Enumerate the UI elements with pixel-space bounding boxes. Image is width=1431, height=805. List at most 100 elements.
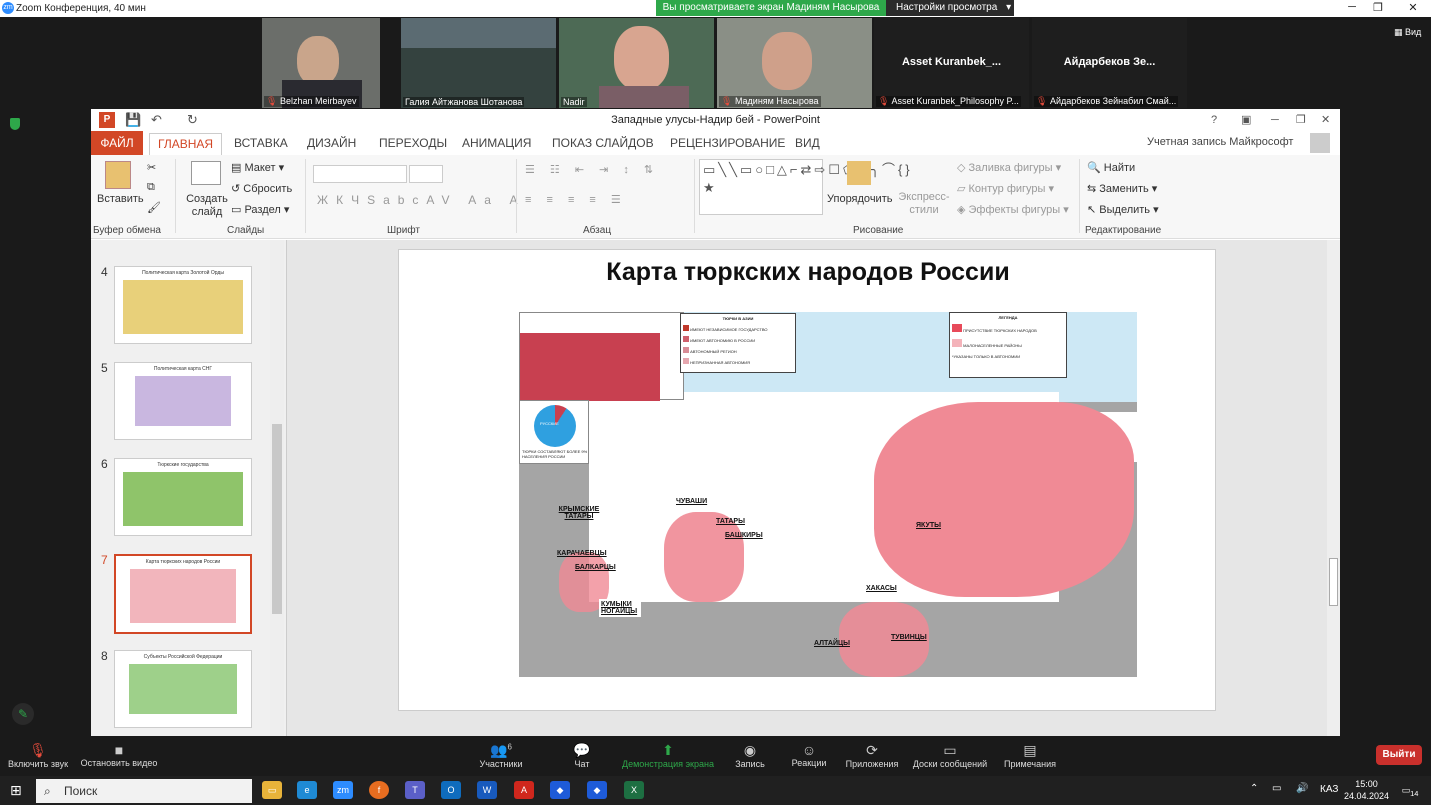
font-format-buttons[interactable]: ЖКЧSabcAV Aa A bbox=[317, 193, 526, 207]
tray-chevron-icon[interactable]: ⌃ bbox=[1250, 783, 1258, 794]
paste-icon[interactable] bbox=[105, 161, 131, 189]
scroll-thumb[interactable] bbox=[1329, 558, 1338, 606]
reactions-button[interactable]: ☺ Реакции bbox=[788, 742, 830, 768]
security-shield-icon[interactable] bbox=[10, 118, 20, 130]
app-icon[interactable]: ◆ bbox=[587, 781, 607, 799]
view-settings-button[interactable]: Настройки просмотра ▾ bbox=[886, 0, 1014, 16]
restore-icon[interactable]: ❐ bbox=[1368, 1, 1388, 15]
slide-thumbnail[interactable]: Субъекты Российской Федерации bbox=[114, 650, 252, 728]
video-tile[interactable]: Айдарбеков Зе... 🎙 Айдарбеков Зейнабил С… bbox=[1032, 18, 1187, 108]
slide-number: 6 bbox=[101, 457, 108, 471]
slide-thumbnail-selected[interactable]: Карта тюркских народов России bbox=[114, 554, 252, 634]
save-icon[interactable]: 💾 bbox=[125, 109, 141, 131]
stop-video-button[interactable]: ■ Остановить видео bbox=[80, 742, 158, 768]
slide-thumbnail-title: Тюркские государства bbox=[157, 462, 209, 468]
shape-effects-button[interactable]: ◈ Эффекты фигуры ▾ bbox=[957, 203, 1069, 216]
shape-outline-button[interactable]: ▱ Контур фигуры ▾ bbox=[957, 182, 1054, 195]
slide-thumbnail[interactable]: Тюркские государства bbox=[114, 458, 252, 536]
windows-start-icon[interactable]: ⊞ bbox=[10, 782, 26, 798]
tab-view[interactable]: ВИД bbox=[795, 136, 820, 150]
font-family-select[interactable] bbox=[313, 165, 407, 183]
close-icon[interactable]: ✕ bbox=[1403, 1, 1423, 15]
file-explorer-icon[interactable]: ▭ bbox=[262, 781, 282, 799]
edge-icon[interactable]: e bbox=[297, 781, 317, 799]
section-button[interactable]: ▭ Раздел ▾ bbox=[231, 203, 289, 216]
arrange-icon[interactable] bbox=[847, 161, 871, 185]
teams-icon[interactable]: T bbox=[405, 781, 425, 799]
restore-icon[interactable]: ❐ bbox=[1296, 109, 1306, 131]
arrange-button[interactable]: Упорядочить bbox=[827, 193, 892, 205]
find-button[interactable]: 🔍 Найти bbox=[1087, 161, 1135, 174]
volume-icon[interactable]: 🔊 bbox=[1296, 783, 1308, 794]
zoom-taskbar-icon[interactable]: zm bbox=[333, 781, 353, 799]
thumbnail-scrollbar[interactable] bbox=[270, 240, 284, 736]
new-slide-icon[interactable] bbox=[191, 161, 221, 185]
cut-icon[interactable]: ✂ bbox=[147, 161, 156, 174]
whiteboards-button[interactable]: ▭ Доски сообщений bbox=[910, 742, 990, 769]
select-button[interactable]: ↖ Выделить ▾ bbox=[1087, 203, 1159, 216]
tab-review[interactable]: РЕЦЕНЗИРОВАНИЕ bbox=[670, 136, 785, 150]
language-indicator[interactable]: КАЗ bbox=[1320, 784, 1338, 795]
paste-button[interactable]: Вставить bbox=[97, 193, 144, 205]
video-tile[interactable]: Asset Kuranbek_... 🎙 Asset Kuranbek_Phil… bbox=[874, 18, 1029, 108]
quick-styles-button[interactable]: Экспресс-стили bbox=[897, 191, 951, 217]
shape-fill-button[interactable]: ◇ Заливка фигуры ▾ bbox=[957, 161, 1061, 174]
taskbar-search[interactable]: ⌕ Поиск bbox=[36, 779, 252, 803]
tab-transitions[interactable]: ПЕРЕХОДЫ bbox=[379, 136, 447, 150]
font-size-select[interactable] bbox=[409, 165, 443, 183]
network-icon[interactable]: ▭ bbox=[1272, 783, 1281, 794]
format-painter-icon[interactable]: 🖌 bbox=[147, 201, 161, 214]
video-tile[interactable]: Галия Айтжанова Шотанова bbox=[401, 18, 556, 108]
slide-thumbnail[interactable]: Политическая карта Золотой Орды bbox=[114, 266, 252, 344]
word-icon[interactable]: W bbox=[477, 781, 497, 799]
participants-button[interactable]: 👥6 Участники bbox=[474, 742, 528, 769]
acrobat-icon[interactable]: A bbox=[514, 781, 534, 799]
chat-button[interactable]: 💬 Чат bbox=[566, 742, 598, 769]
replace-button[interactable]: ⇆ Заменить ▾ bbox=[1087, 182, 1157, 195]
list-buttons[interactable]: ☰ ☷ ⇤ ⇥ ↕ ⇅ bbox=[525, 163, 659, 176]
new-slide-button[interactable]: Создать слайд bbox=[185, 193, 229, 219]
reset-button[interactable]: ↺ Сбросить bbox=[231, 182, 292, 195]
undo-icon[interactable]: ↶ bbox=[151, 109, 162, 131]
share-screen-button[interactable]: ⬆ Демонстрация экрана bbox=[620, 742, 716, 769]
tab-file[interactable]: ФАЙЛ bbox=[91, 131, 143, 155]
help-icon[interactable]: ? bbox=[1211, 109, 1217, 131]
annotate-pencil-icon[interactable]: ✎ bbox=[12, 703, 34, 725]
apps-button[interactable]: ⟳ Приложения bbox=[844, 742, 900, 769]
minimize-icon[interactable]: ─ bbox=[1271, 109, 1279, 131]
record-button[interactable]: ◉ Запись bbox=[732, 742, 768, 769]
ribbon-options-icon[interactable]: ▣ bbox=[1241, 109, 1251, 131]
leave-button[interactable]: Выйти bbox=[1376, 745, 1422, 765]
copy-icon[interactable]: ⧉ bbox=[147, 181, 155, 194]
avatar[interactable] bbox=[1310, 133, 1330, 153]
excel-icon[interactable]: X bbox=[624, 781, 644, 799]
tab-home[interactable]: ГЛАВНАЯ bbox=[149, 133, 223, 155]
slide-thumbnail[interactable]: Политическая карта СНГ bbox=[114, 362, 252, 440]
account-label[interactable]: Учетная запись Майкрософт bbox=[1147, 136, 1293, 148]
video-tile[interactable]: 🎙 Belzhan Meirbayev bbox=[262, 18, 380, 108]
align-buttons[interactable]: ≡ ≡ ≡ ≡ ☰ bbox=[525, 193, 627, 206]
notifications-icon[interactable]: ▭14 bbox=[1400, 781, 1420, 799]
participant-display-name: Asset Kuranbek_... bbox=[901, 56, 1002, 68]
minimize-icon[interactable]: ─ bbox=[1342, 1, 1362, 15]
outlook-icon[interactable]: O bbox=[441, 781, 461, 799]
taskbar-clock[interactable]: 15:00 24.04.2024 bbox=[1344, 778, 1389, 802]
view-button[interactable]: ▦ Вид bbox=[1394, 27, 1421, 38]
tab-animation[interactable]: АНИМАЦИЯ bbox=[462, 136, 531, 150]
unmute-button[interactable]: 🎙 Включить звук bbox=[6, 742, 70, 769]
layout-button[interactable]: ▤ Макет ▾ bbox=[231, 161, 284, 174]
app-icon[interactable]: ◆ bbox=[550, 781, 570, 799]
video-tile[interactable]: Nadir bbox=[559, 18, 714, 108]
redo-icon[interactable]: ↻ bbox=[187, 109, 198, 131]
current-slide[interactable]: Карта тюркских народов России ТЮРКИ В АЗ… bbox=[398, 249, 1216, 711]
tab-insert[interactable]: ВСТАВКА bbox=[234, 136, 288, 150]
video-tile[interactable]: 🎙 Мадиням Насырова bbox=[717, 18, 872, 108]
scroll-thumb[interactable] bbox=[272, 424, 282, 614]
slide-scrollbar[interactable] bbox=[1327, 240, 1340, 736]
firefox-icon[interactable]: f bbox=[369, 781, 389, 799]
notes-button[interactable]: ▤ Примечания bbox=[1002, 742, 1058, 769]
tab-design[interactable]: ДИЗАЙН bbox=[307, 136, 356, 150]
tab-slideshow[interactable]: ПОКАЗ СЛАЙДОВ bbox=[552, 136, 654, 150]
close-icon[interactable]: ✕ bbox=[1321, 109, 1330, 131]
shapes-gallery[interactable]: ▭╲╲▭○□△⌐⇄⇨☐⬠↯╮⌒{}★ bbox=[699, 159, 910, 215]
